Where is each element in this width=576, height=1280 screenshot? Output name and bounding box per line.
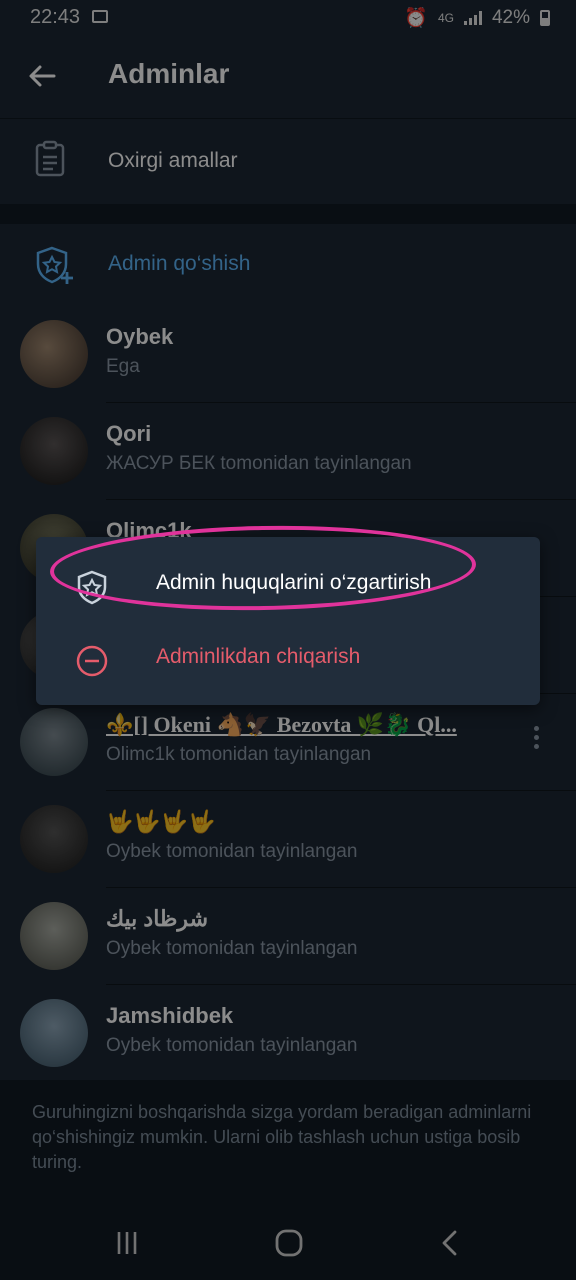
minus-circle-icon bbox=[76, 645, 108, 677]
remove-admin-label: Adminlikdan chiqarish bbox=[156, 645, 361, 668]
remove-admin-item[interactable]: Adminlikdan chiqarish bbox=[36, 621, 540, 695]
